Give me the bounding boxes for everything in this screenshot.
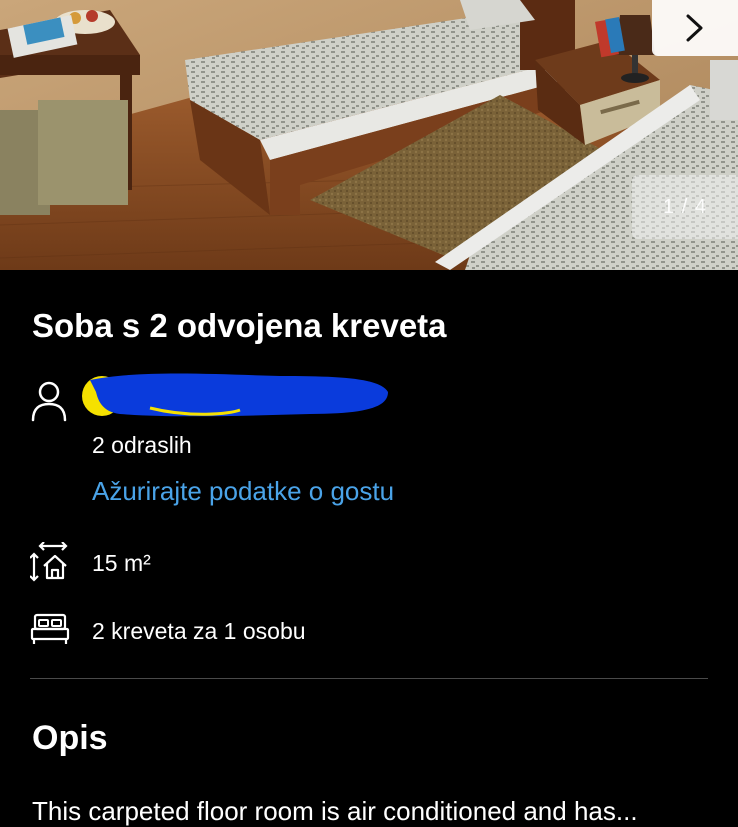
guest-name-redacted <box>82 373 388 417</box>
next-photo-button[interactable] <box>652 0 738 56</box>
bed-icon <box>30 613 70 644</box>
description-heading: Opis <box>32 719 108 757</box>
room-photo-image <box>0 0 738 270</box>
room-photo[interactable]: 1 / 4 <box>0 0 738 270</box>
bed-configuration: 2 kreveta za 1 osobu <box>92 618 306 644</box>
room-size-icon <box>30 542 68 582</box>
room-title: Soba s 2 odvojena kreveta <box>32 307 447 344</box>
chevron-right-icon <box>686 14 703 42</box>
description-text: This carpeted floor room is air conditio… <box>32 796 638 826</box>
update-guest-info-link[interactable]: Ažurirajte podatke o gostu <box>92 476 394 507</box>
section-divider <box>30 678 708 679</box>
guest-count: 2 odraslih <box>92 432 192 458</box>
person-icon <box>31 381 67 422</box>
room-size: 15 m² <box>92 550 151 576</box>
photo-counter: 1 / 4 <box>632 175 738 239</box>
room-details: Soba s 2 odvojena kreveta 2 odraslih Ažu… <box>0 270 738 826</box>
